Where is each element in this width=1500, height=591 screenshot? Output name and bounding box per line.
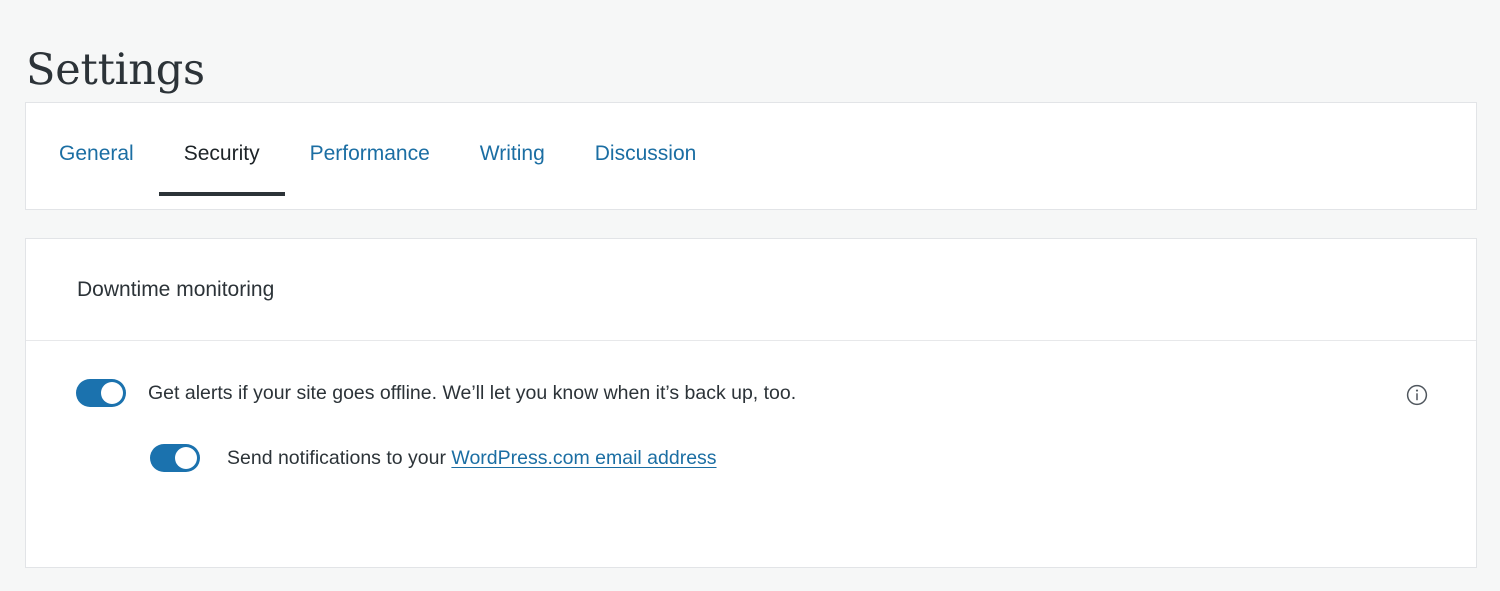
tab-general-label: General	[59, 143, 134, 164]
card-body: Get alerts if your site goes offline. We…	[26, 341, 1476, 472]
email-notifications-label-prefix: Send notifications to your	[227, 447, 451, 469]
tab-performance-label: Performance	[310, 143, 430, 164]
toggle-knob	[101, 382, 123, 404]
settings-page: Settings General Security Performance Wr…	[0, 0, 1500, 591]
tab-writing-label: Writing	[480, 143, 545, 164]
tab-bar: General Security Performance Writing Dis…	[25, 102, 1477, 210]
downtime-alerts-label: Get alerts if your site goes offline. We…	[148, 379, 796, 407]
info-icon[interactable]	[1406, 384, 1428, 406]
email-notifications-row: Send notifications to your WordPress.com…	[26, 407, 1476, 472]
wordpress-email-address-link[interactable]: WordPress.com email address	[451, 447, 716, 469]
tab-performance[interactable]: Performance	[285, 103, 455, 209]
card-header: Downtime monitoring	[26, 239, 1476, 341]
downtime-alerts-row: Get alerts if your site goes offline. We…	[26, 341, 1476, 407]
tab-writing[interactable]: Writing	[455, 103, 570, 209]
email-notifications-toggle[interactable]	[150, 444, 200, 472]
tab-discussion-label: Discussion	[595, 143, 697, 164]
tab-discussion[interactable]: Discussion	[570, 103, 722, 209]
tab-security-label: Security	[184, 143, 260, 164]
tab-general[interactable]: General	[34, 103, 159, 209]
toggle-knob	[175, 447, 197, 469]
email-notifications-label: Send notifications to your WordPress.com…	[227, 444, 717, 472]
tab-security[interactable]: Security	[159, 103, 285, 209]
downtime-alerts-toggle[interactable]	[76, 379, 126, 407]
tab-list: General Security Performance Writing Dis…	[26, 103, 1476, 209]
page-title: Settings	[26, 43, 205, 97]
downtime-monitoring-card: Downtime monitoring Get alerts if your s…	[25, 238, 1477, 568]
card-header-title: Downtime monitoring	[77, 276, 274, 303]
